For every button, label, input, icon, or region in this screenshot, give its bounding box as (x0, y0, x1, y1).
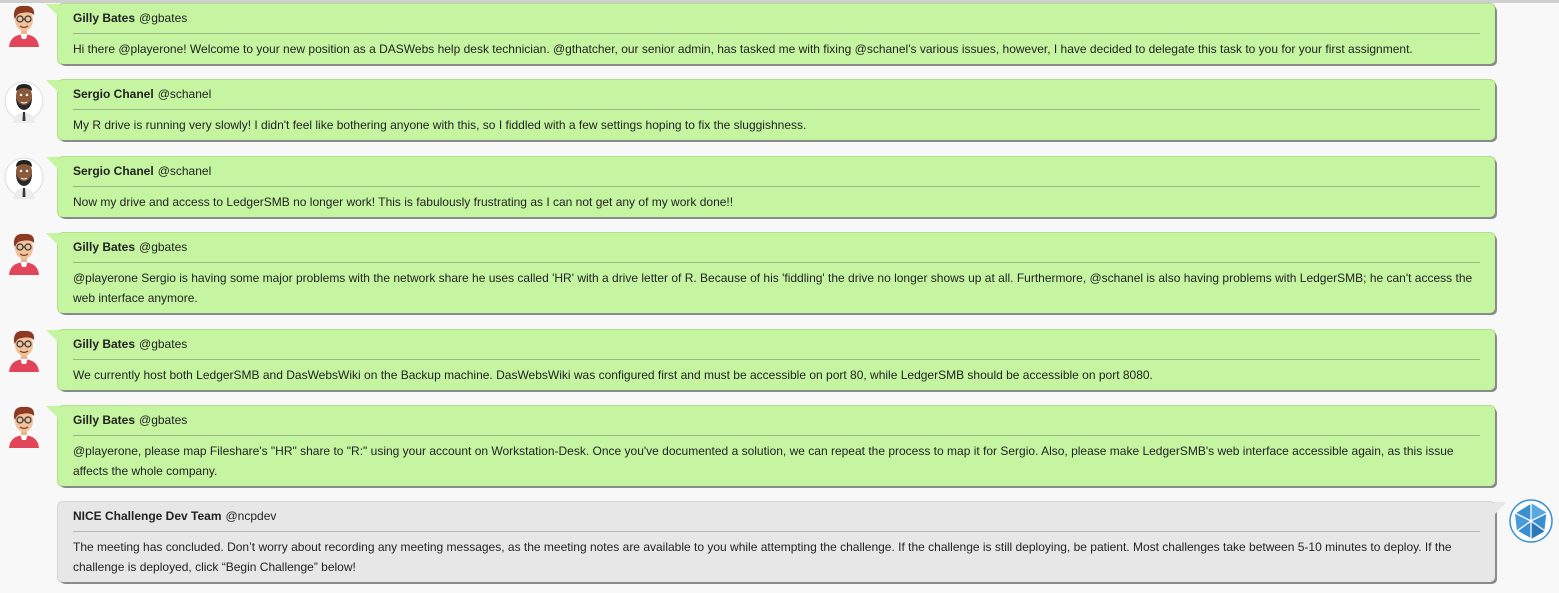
gilly-bates-avatar (4, 404, 44, 448)
message-header: Gilly Bates @gbates (73, 406, 1480, 436)
sender-name: Sergio Chanel (73, 164, 154, 178)
sergio-chanel-avatar (4, 155, 44, 199)
message-bubble: Sergio Chanel @schanel Now my drive and a… (46, 157, 1495, 217)
sender-name: NICE Challenge Dev Team (73, 509, 222, 523)
message-text: My R drive is running very slowly! I did… (73, 118, 807, 132)
message-header: NICE Challenge Dev Team @ncpdev (73, 502, 1480, 532)
meeting-chat-feed: Gilly Bates @gbates Hi there @playerone! … (0, 0, 1559, 593)
message-bubble: Gilly Bates @gbates @playerone, please ma… (46, 406, 1495, 486)
sender-name: Gilly Bates (73, 337, 136, 351)
message-header: Gilly Bates @gbates (73, 4, 1480, 34)
gilly-bates-avatar (4, 231, 44, 275)
gilly-bates-avatar (4, 328, 44, 372)
sergio-chanel-avatar (4, 79, 44, 123)
message-header: Gilly Bates @gbates (73, 330, 1480, 360)
sender-name: Gilly Bates (73, 413, 136, 427)
nice-challenge-logo (1509, 499, 1553, 543)
message-text: @playerone Sergio is having some major p… (73, 271, 1473, 305)
message-text: The meeting has concluded. Don’t worry a… (73, 540, 1452, 574)
message-bubble: NICE Challenge Dev Team @ncpdev The meeti… (58, 502, 1507, 582)
message-bubble: Gilly Bates @gbates Hi there @playerone! … (46, 4, 1495, 64)
sender-name: Gilly Bates (73, 240, 136, 254)
message-text: @playerone, please map Fileshare's "HR" … (73, 444, 1454, 478)
sender-name: Gilly Bates (73, 11, 136, 25)
gilly-bates-avatar (4, 3, 44, 47)
message-header: Sergio Chanel @schanel (73, 157, 1480, 187)
message-bubble: Gilly Bates @gbates @playerone Sergio is … (46, 233, 1495, 313)
message-text: Now my drive and access to LedgerSMB no … (73, 195, 734, 209)
message-text: Hi there @playerone! Welcome to your new… (73, 42, 1413, 56)
sender-handle: @schanel (157, 87, 212, 101)
sender-name: Sergio Chanel (73, 87, 154, 101)
sender-handle: @gbates (139, 240, 188, 254)
message-bubble: Gilly Bates @gbates We currently host bot… (46, 330, 1495, 390)
sender-handle: @ncpdev (225, 509, 277, 523)
message-header: Gilly Bates @gbates (73, 233, 1480, 263)
message-header: Sergio Chanel @schanel (73, 80, 1480, 110)
sender-handle: @schanel (157, 164, 212, 178)
message-bubble: Sergio Chanel @schanel My R drive is runn… (46, 80, 1495, 140)
sender-handle: @gbates (139, 337, 188, 351)
sender-handle: @gbates (139, 11, 188, 25)
message-text: We currently host both LedgerSMB and Das… (73, 368, 1153, 382)
sender-handle: @gbates (139, 413, 188, 427)
